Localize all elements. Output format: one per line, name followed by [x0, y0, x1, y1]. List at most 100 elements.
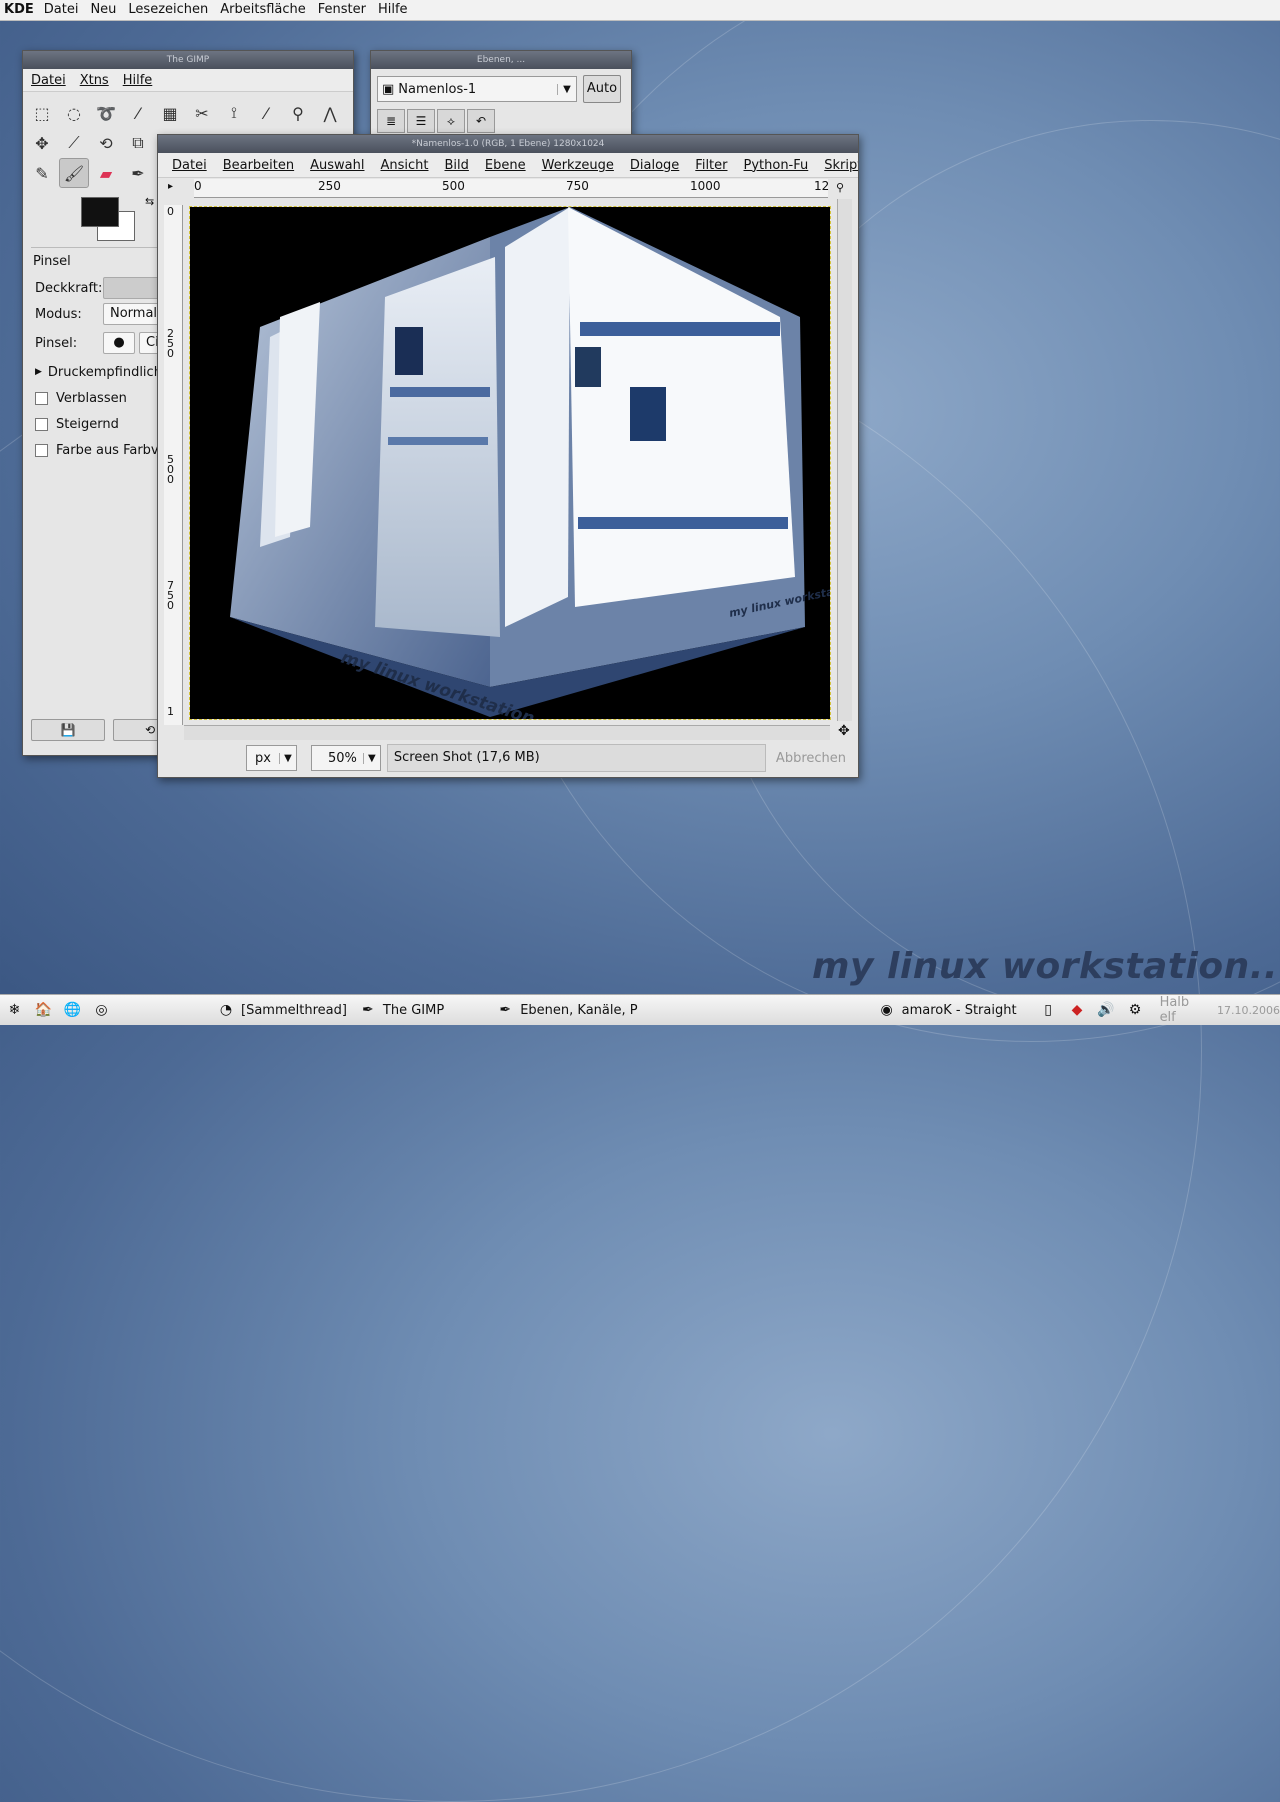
- eraser-icon[interactable]: ▰: [91, 158, 121, 188]
- image-menu-auswahl[interactable]: Auswahl: [310, 158, 364, 173]
- menu-neu[interactable]: Neu: [84, 0, 122, 20]
- vertical-scrollbar[interactable]: [837, 199, 852, 721]
- color-swatches[interactable]: ⇆: [81, 195, 154, 241]
- chevron-down-icon[interactable]: ▼: [362, 752, 380, 764]
- hruler-label: 750: [566, 179, 589, 193]
- taskbar: ❄ 🏠 🌐 ◎ ◔ [Sammelthread] ✒ The GIMP ✒ Eb…: [0, 994, 1280, 1025]
- navigate-icon[interactable]: ✥: [838, 723, 850, 739]
- image-titlebar[interactable]: *Namenlos-1.0 (RGB, 1 Ebene) 1280x1024: [158, 135, 858, 153]
- ruby-icon[interactable]: ◆: [1068, 1000, 1087, 1020]
- zoom-select[interactable]: 50% ▼: [310, 745, 381, 771]
- layers-image-row: ▣ Namenlos-1 ▼ Auto: [371, 69, 631, 109]
- increase-label[interactable]: Steigernd: [56, 417, 119, 432]
- menu-datei[interactable]: Datei: [38, 0, 85, 20]
- expander-icon[interactable]: ▶: [35, 367, 42, 377]
- menu-fenster[interactable]: Fenster: [312, 0, 372, 20]
- move-icon[interactable]: ✥: [27, 128, 57, 158]
- network-icon[interactable]: ⚙: [1126, 1000, 1145, 1020]
- gradient-color-checkbox[interactable]: [35, 443, 48, 457]
- image-menu-ebene[interactable]: Ebene: [485, 158, 526, 173]
- chevron-down-icon[interactable]: ▼: [557, 83, 576, 95]
- scissors-icon[interactable]: ✂: [187, 98, 217, 128]
- toolbox-menu-hilfe[interactable]: Hilfe: [123, 73, 153, 88]
- image-menu-datei[interactable]: Datei: [172, 158, 207, 173]
- crop-icon[interactable]: ⟋: [59, 128, 89, 158]
- image-menu-werkzeuge[interactable]: Werkzeuge: [542, 158, 614, 173]
- gradient-color-label[interactable]: Farbe aus Farbve: [56, 443, 167, 458]
- horizontal-scrollbar[interactable]: [184, 725, 830, 740]
- volume-icon[interactable]: 🔊: [1097, 1000, 1116, 1020]
- paths-tab-icon[interactable]: ⟡: [437, 109, 465, 133]
- date: 17.10.2006: [1217, 1003, 1280, 1017]
- image-menu-filter[interactable]: Filter: [695, 158, 727, 173]
- rotate-icon[interactable]: ⟲: [91, 128, 121, 158]
- foreground-color[interactable]: [81, 197, 119, 227]
- layers-titlebar[interactable]: Ebenen, ...: [371, 51, 631, 69]
- image-menu-bild[interactable]: Bild: [445, 158, 469, 173]
- swap-colors-icon[interactable]: ⇆: [145, 195, 154, 208]
- menu-lesezeichen[interactable]: Lesezeichen: [122, 0, 214, 20]
- vruler-label: 0: [167, 205, 174, 218]
- ellipse-select-icon[interactable]: ◌: [59, 98, 89, 128]
- kde-menu-icon[interactable]: ❄: [5, 1000, 24, 1020]
- toolbox-menu-xtns[interactable]: Xtns: [80, 73, 109, 88]
- image-statusbar: px ▼ 50% ▼ Screen Shot (17,6 MB) Abbrech…: [164, 743, 850, 773]
- zoom-icon[interactable]: ⚲: [283, 98, 313, 128]
- paintbrush-icon[interactable]: 🖌: [59, 158, 89, 188]
- mode-select[interactable]: Normal: [103, 303, 165, 325]
- opera-icon: ◔: [219, 1002, 233, 1018]
- task-sammelthread-label: [Sammelthread]: [241, 1002, 347, 1018]
- airbrush-icon[interactable]: ✒: [123, 158, 153, 188]
- brush-label: Pinsel:: [35, 335, 78, 351]
- task-ebenen[interactable]: ✒ Ebenen, Kanäle, P: [490, 1000, 637, 1020]
- rect-select-icon[interactable]: ⬚: [27, 98, 57, 128]
- task-gimp[interactable]: ✒ The GIMP: [353, 1000, 444, 1020]
- increase-checkbox[interactable]: [35, 417, 48, 431]
- hruler-label: 1000: [690, 179, 721, 193]
- scale-icon[interactable]: ⧉: [123, 128, 153, 158]
- measure-icon[interactable]: ⋀: [315, 98, 345, 128]
- paths-icon[interactable]: ⟟: [219, 98, 249, 128]
- chevron-down-icon[interactable]: ▼: [278, 752, 296, 764]
- undo-tab-icon[interactable]: ↶: [467, 109, 495, 133]
- quickmask-icon[interactable]: ▸: [168, 181, 173, 192]
- lasso-icon[interactable]: ➰: [91, 98, 121, 128]
- fade-label[interactable]: Verblassen: [56, 391, 127, 406]
- brush-preview-icon[interactable]: ●: [103, 332, 135, 354]
- cancel-button[interactable]: Abbrechen: [772, 751, 850, 766]
- toolbox-menu-datei[interactable]: Datei: [31, 73, 66, 88]
- browser-icon[interactable]: 🌐: [63, 1000, 82, 1020]
- layers-tab-icon[interactable]: ≣: [377, 109, 405, 133]
- auto-button[interactable]: Auto: [583, 75, 621, 103]
- hruler-label: 12: [814, 179, 830, 193]
- image-menu-python-fu[interactable]: Python-Fu: [744, 158, 809, 173]
- horizontal-ruler[interactable]: 0 250 500 750 1000 12: [194, 179, 830, 198]
- task-sammelthread[interactable]: ◔ [Sammelthread]: [211, 1000, 347, 1020]
- color-picker-icon[interactable]: ⁄: [251, 98, 281, 128]
- toolbox-titlebar[interactable]: The GIMP: [23, 51, 353, 69]
- menu-hilfe[interactable]: Hilfe: [372, 0, 414, 20]
- image-menu-ansicht[interactable]: Ansicht: [380, 158, 428, 173]
- vertical-ruler[interactable]: 0 250 500 750 1: [164, 205, 183, 725]
- layers-tabs: ≣ ☰ ⟡ ↶: [371, 109, 631, 133]
- clipboard-icon[interactable]: ▯: [1039, 1000, 1058, 1020]
- channels-tab-icon[interactable]: ☰: [407, 109, 435, 133]
- kde-menu[interactable]: KDE: [0, 0, 38, 20]
- unit-select[interactable]: px ▼: [246, 745, 297, 771]
- image-menu-bearbeiten[interactable]: Bearbeiten: [223, 158, 294, 173]
- magic-wand-icon[interactable]: ⁄: [123, 98, 153, 128]
- image-select[interactable]: ▣ Namenlos-1 ▼: [377, 76, 577, 102]
- home-folder-icon[interactable]: 🏠: [34, 1000, 53, 1020]
- fade-checkbox[interactable]: [35, 391, 48, 405]
- image-menu-dialoge[interactable]: Dialoge: [630, 158, 679, 173]
- menu-arbeitsflaeche[interactable]: Arbeitsfläche: [214, 0, 312, 20]
- zoom-icon[interactable]: ⚲: [836, 181, 844, 194]
- pencil-icon[interactable]: ✎: [27, 158, 57, 188]
- pressure-label[interactable]: Druckempfindlich: [48, 365, 162, 380]
- task-amarok[interactable]: ◉ amaroK - Straight: [872, 1000, 1017, 1020]
- image-canvas[interactable]: my linux workstation.. my linux workstat…: [189, 206, 831, 720]
- image-menu-skript-fu[interactable]: Skript-Fu: [824, 158, 858, 173]
- konqueror-icon[interactable]: ◎: [92, 1000, 111, 1020]
- save-options-icon[interactable]: 💾: [31, 719, 105, 741]
- select-by-color-icon[interactable]: ▦: [155, 98, 185, 128]
